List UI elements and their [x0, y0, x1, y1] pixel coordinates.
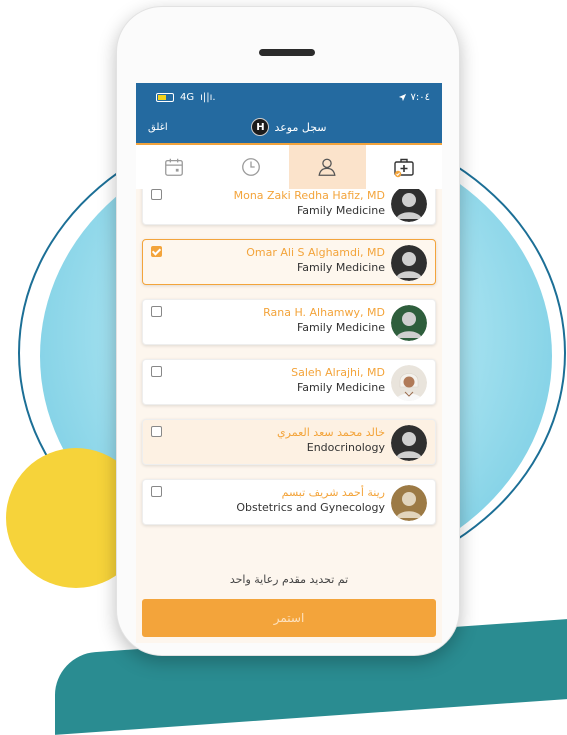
selection-note: تم تحديد مقدم رعاية واحد — [229, 573, 349, 586]
app-bar: اغلق H سجل موعد — [136, 111, 442, 143]
doctor-name: Omar Ali S Alghamdi, MD — [246, 246, 385, 259]
avatar — [391, 365, 427, 401]
list-item[interactable]: خالد محمد سعد العمري Endocrinology — [142, 419, 436, 465]
list-item[interactable]: Omar Ali S Alghamdi, MD Family Medicine — [142, 239, 436, 285]
doctor-name: Mona Zaki Redha Hafiz, MD — [233, 189, 385, 202]
list-item[interactable]: رينة أحمد شريف تبسم Obstetrics and Gynec… — [142, 479, 436, 525]
phone-frame: 4G ı||ı. ٧:٠٤ اغلق H سجل موعد Mona Zaki … — [116, 6, 460, 656]
tab-clinic[interactable] — [366, 145, 443, 189]
app-screen: 4G ı||ı. ٧:٠٤ اغلق H سجل موعد Mona Zaki … — [136, 83, 442, 643]
checkbox[interactable] — [151, 189, 162, 200]
tab-provider[interactable] — [289, 145, 366, 189]
doctor-specialty: Family Medicine — [296, 321, 385, 334]
list-item[interactable]: Rana H. Alhamwy, MD Family Medicine — [142, 299, 436, 345]
close-button[interactable]: اغلق — [148, 122, 168, 133]
clock-icon — [241, 158, 260, 176]
list-item[interactable]: Saleh Alrajhi, MD Family Medicine — [142, 359, 436, 405]
list-item[interactable]: Mona Zaki Redha Hafiz, MD Family Medicin… — [142, 189, 436, 225]
page-title: سجل موعد — [274, 120, 327, 134]
medical-kit-icon — [394, 158, 414, 178]
hospital-logo-icon: H — [251, 118, 270, 136]
avatar — [391, 245, 427, 281]
network-label: 4G — [180, 91, 195, 103]
avatar — [391, 425, 427, 461]
tab-schedule[interactable] — [136, 145, 213, 189]
checkbox[interactable] — [151, 366, 162, 377]
avatar — [391, 305, 427, 341]
doctor-specialty: Family Medicine — [296, 381, 385, 394]
checkbox[interactable] — [151, 306, 162, 317]
doctor-specialty: Family Medicine — [296, 261, 385, 274]
continue-button[interactable]: استمر — [142, 599, 436, 637]
doctor-name: رينة أحمد شريف تبسم — [281, 486, 385, 499]
avatar — [391, 485, 427, 521]
provider-list: Mona Zaki Redha Hafiz, MD Family Medicin… — [136, 189, 442, 554]
doctor-specialty: Family Medicine — [296, 204, 385, 217]
user-icon — [318, 158, 336, 176]
calendar-icon — [165, 158, 184, 176]
doctor-specialty: Obstetrics and Gynecology — [236, 501, 385, 514]
doctor-name: Rana H. Alhamwy, MD — [263, 306, 385, 319]
checkbox[interactable] — [151, 426, 162, 437]
tab-time[interactable] — [213, 145, 290, 189]
avatar — [391, 189, 427, 222]
doctor-name: خالد محمد سعد العمري — [277, 426, 385, 439]
signal-icon: ı||ı. — [200, 91, 216, 103]
checkbox[interactable] — [151, 486, 162, 497]
doctor-name: Saleh Alrajhi, MD — [291, 366, 385, 379]
clock-time: ٧:٠٤ — [410, 91, 430, 103]
step-tabs — [136, 143, 442, 189]
location-arrow-icon — [398, 93, 406, 101]
phone-speaker — [259, 49, 315, 56]
checkbox[interactable] — [151, 246, 162, 257]
battery-icon — [156, 92, 174, 102]
status-bar: 4G ı||ı. ٧:٠٤ — [136, 83, 442, 111]
doctor-specialty: Endocrinology — [306, 441, 385, 454]
app-title: H سجل موعد — [251, 118, 327, 136]
